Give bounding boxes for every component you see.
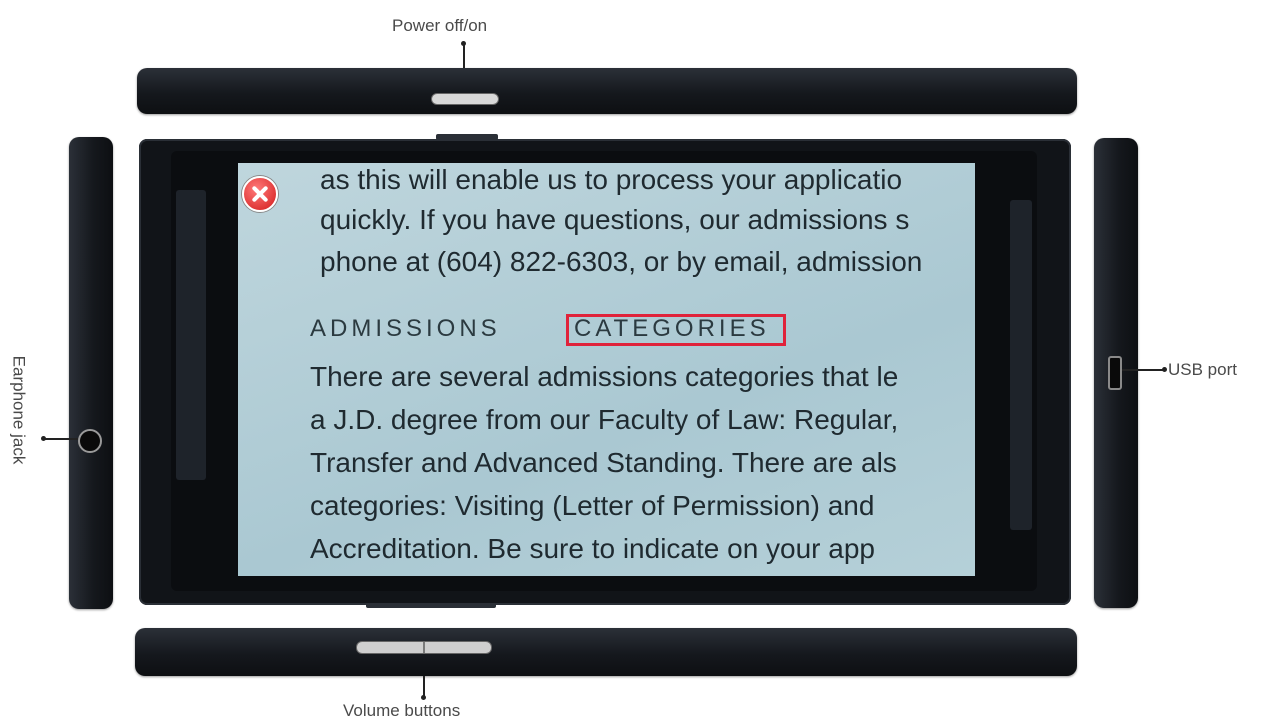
volume-leader-dot: [421, 695, 426, 700]
power-label: Power off/on: [392, 16, 488, 35]
text-line-4: There are several admissions categories …: [310, 361, 899, 392]
text-line-7: categories: Visiting (Letter of Permissi…: [310, 490, 875, 521]
volume-buttons: [356, 641, 492, 654]
device-left-edge: [69, 137, 113, 609]
usb-leader: [1122, 369, 1164, 371]
earphone-leader-dot: [41, 436, 46, 441]
highlight-box: [566, 314, 786, 346]
device-bottom-edge: [135, 628, 1077, 676]
usb-port: [1108, 356, 1122, 390]
text-line-5: a J.D. degree from our Faculty of Law: R…: [310, 404, 899, 435]
text-line-6: Transfer and Advanced Standing. There ar…: [310, 447, 897, 478]
volume-separator: [423, 642, 425, 653]
text-line-2: quickly. If you have questions, our admi…: [320, 204, 910, 235]
volume-label: Volume buttons: [343, 701, 461, 720]
text-line-3: phone at (604) 822-6303, or by email, ad…: [320, 246, 923, 277]
heading-word1: ADMISSIONS: [310, 315, 501, 342]
device-top-edge: [137, 68, 1077, 114]
usb-label: USB port: [1168, 360, 1237, 379]
bottom-notch: [366, 603, 496, 608]
earphone-jack: [78, 429, 102, 453]
power-button: [431, 93, 499, 105]
phone-screen: as this will enable us to process your a…: [238, 163, 975, 576]
earphone-label: Earphone jack: [9, 355, 29, 465]
left-bezel-panel: [176, 190, 206, 480]
usb-leader-dot: [1162, 367, 1167, 372]
power-leader-dot: [461, 41, 466, 46]
right-bezel-panel: [1010, 200, 1032, 530]
close-icon[interactable]: [242, 176, 278, 212]
power-leader: [463, 44, 465, 68]
text-line-1: as this will enable us to process your a…: [320, 164, 903, 195]
top-notch: [436, 134, 498, 140]
earphone-leader: [44, 438, 78, 440]
text-line-8: Accreditation. Be sure to indicate on yo…: [310, 533, 876, 564]
